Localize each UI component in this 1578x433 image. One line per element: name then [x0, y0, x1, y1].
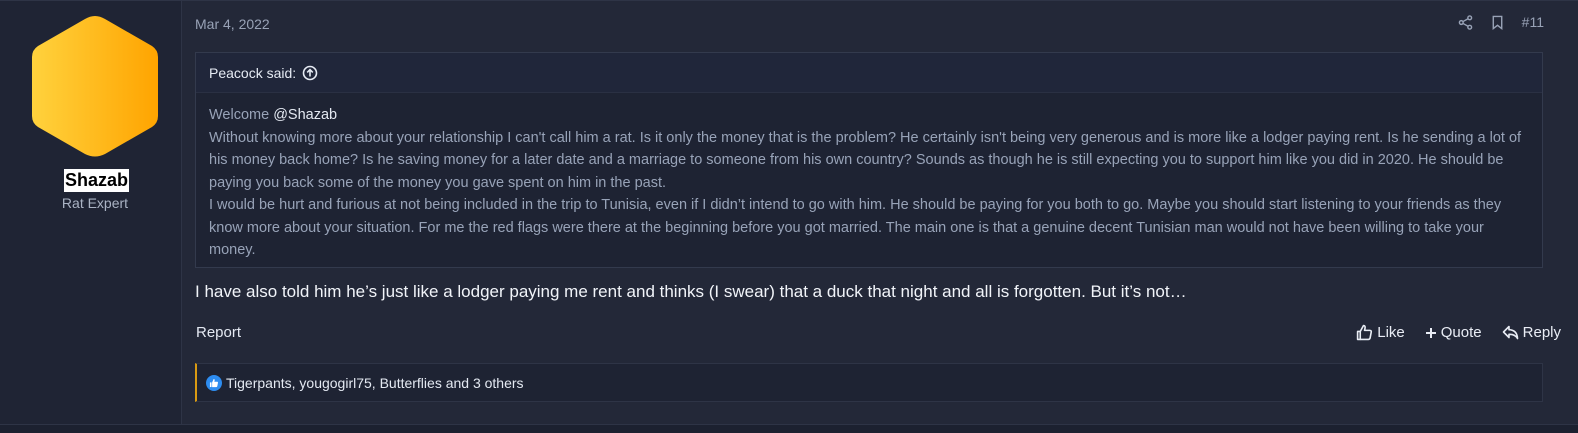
avatar[interactable] — [30, 14, 160, 159]
quote-body: Welcome @Shazab Without knowing more abo… — [209, 104, 1531, 262]
reactions-list[interactable]: Tigerpants, yougogirl75, Butterflies and… — [226, 375, 524, 391]
quote-paragraph: I would be hurt and furious at not being… — [209, 197, 1502, 258]
post-content: Mar 4, 2022 #11 Peacock said: Welcome @S… — [182, 1, 1578, 424]
username[interactable]: Shazab — [64, 169, 130, 192]
thumbs-up-icon — [1357, 324, 1373, 341]
greeting-prefix: Welcome — [209, 107, 274, 123]
share-icon[interactable] — [1458, 14, 1473, 30]
post-number-link[interactable]: #11 — [1522, 14, 1544, 30]
post-header-actions: #11 — [1458, 14, 1544, 30]
like-label: Like — [1377, 324, 1405, 341]
quote-greeting: Welcome @Shazab — [209, 104, 1531, 127]
reactions-bar: Tigerpants, yougogirl75, Butterflies and… — [195, 363, 1543, 402]
quote-header[interactable]: Peacock said: — [196, 53, 1542, 93]
quote-paragraph: Without knowing more about your relation… — [209, 129, 1522, 191]
bookmark-icon[interactable] — [1491, 15, 1504, 30]
quote-block: Peacock said: Welcome @Shazab Without kn… — [195, 52, 1543, 268]
reply-label: Reply — [1522, 324, 1561, 341]
plus-icon — [1425, 327, 1436, 338]
forum-post: Shazab Rat Expert Mar 4, 2022 #11 Peacoc… — [0, 0, 1578, 425]
like-badge-icon — [206, 374, 222, 391]
user-sidebar: Shazab Rat Expert — [0, 1, 182, 424]
arrow-up-circle-icon[interactable] — [302, 65, 318, 81]
quote-button[interactable]: Quote — [1425, 324, 1482, 341]
quote-label: Quote — [1440, 324, 1482, 341]
reply-button[interactable]: Reply — [1502, 324, 1561, 341]
quote-author: Peacock said: — [209, 64, 297, 81]
post-date[interactable]: Mar 4, 2022 — [195, 16, 270, 32]
user-title: Rat Expert — [61, 195, 129, 211]
user-mention[interactable]: @Shazab — [273, 107, 337, 123]
reply-icon — [1502, 325, 1518, 340]
report-link[interactable]: Report — [196, 324, 241, 341]
post-actions: Like Quote Reply — [1356, 324, 1561, 341]
like-button[interactable]: Like — [1356, 324, 1405, 341]
post-message: I have also told him he’s just like a lo… — [195, 282, 1187, 301]
